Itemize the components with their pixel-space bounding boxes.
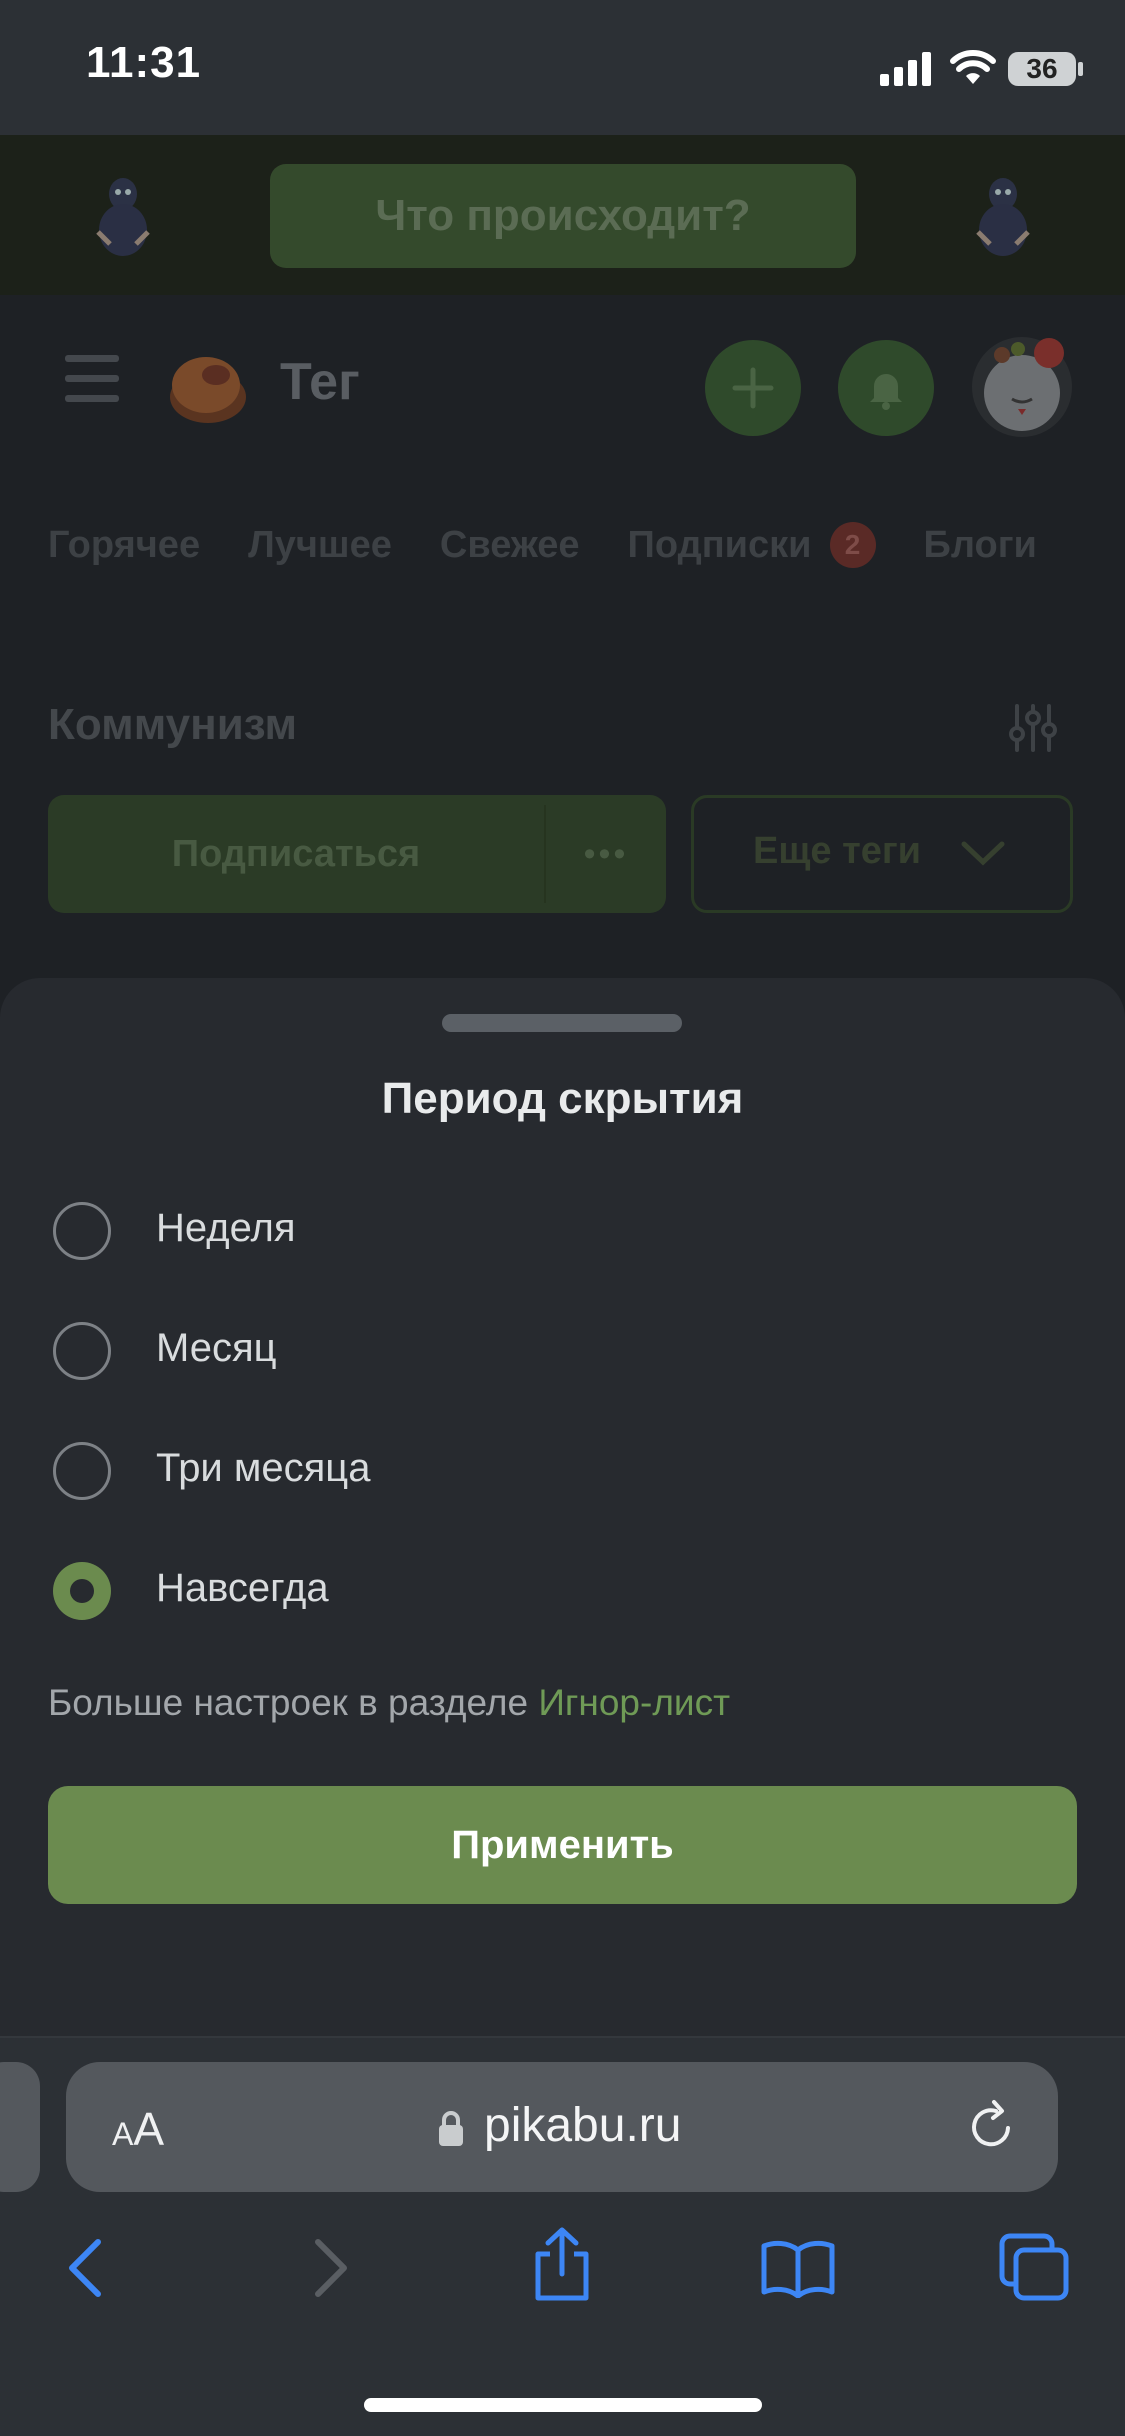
option-label: Месяц — [156, 1326, 277, 1370]
mascot-icon — [96, 178, 150, 256]
tab-label: Подписки — [627, 523, 812, 566]
status-time: 11:31 — [86, 38, 202, 87]
chevron-down-icon — [961, 841, 1005, 866]
tab-blogs[interactable]: Блоги — [924, 520, 1037, 570]
option-label: Три месяца — [156, 1446, 371, 1490]
subscribe-label: Подписаться — [171, 833, 421, 875]
pikabu-logo-icon — [170, 357, 246, 423]
bookmarks-icon[interactable] — [760, 2238, 836, 2298]
ignore-list-hint: Больше настроек в разделе Игнор-лист — [48, 1682, 730, 1724]
tabs-icon[interactable] — [998, 2232, 1070, 2302]
tab-label: Блоги — [923, 523, 1037, 566]
filter-icon[interactable] — [1005, 700, 1061, 756]
radio-button-selected[interactable] — [53, 1562, 111, 1620]
more-tags-label: Еще теги — [753, 830, 922, 872]
reader-settings-button[interactable]: AA — [112, 2102, 164, 2156]
radio-button[interactable] — [53, 1322, 111, 1380]
radio-button[interactable] — [53, 1442, 111, 1500]
battery-level: 36 — [1026, 53, 1058, 84]
hint-text: Больше настроек в разделе — [48, 1682, 539, 1723]
battery-icon: 36 — [1008, 52, 1076, 86]
feed-tabs: Горячее Лучшее Свежее Подписки 2 Блоги — [48, 520, 1037, 570]
bell-icon — [870, 374, 902, 410]
lock-icon — [439, 2111, 463, 2146]
notification-dot — [1034, 338, 1064, 368]
add-post-button[interactable] — [705, 340, 801, 436]
more-options-button[interactable]: ••• — [546, 795, 666, 913]
option-week[interactable]: Неделя — [0, 1202, 1125, 1312]
tab-label: Свежее — [439, 523, 580, 566]
option-month[interactable]: Месяц — [0, 1322, 1125, 1432]
tab-best[interactable]: Лучшее — [248, 520, 392, 570]
topic-title: Коммунизм — [48, 700, 298, 749]
signal-icon — [880, 52, 931, 86]
tab-subscriptions[interactable]: Подписки 2 — [628, 520, 876, 570]
option-forever[interactable]: Навсегда — [0, 1562, 1125, 1672]
tab-hot[interactable]: Горячее — [48, 520, 200, 570]
option-label: Навсегда — [156, 1566, 329, 1610]
tab-fresh[interactable]: Свежее — [440, 520, 580, 570]
mascot-icon — [976, 178, 1030, 256]
count-badge: 2 — [829, 522, 876, 568]
sheet-title: Период скрытия — [381, 1074, 744, 1123]
option-label: Неделя — [156, 1206, 296, 1250]
aa-large: A — [133, 2103, 165, 2155]
back-icon[interactable] — [62, 2236, 112, 2300]
share-icon[interactable] — [530, 2226, 594, 2302]
apply-button[interactable]: Применить — [48, 1786, 1077, 1904]
notifications-button[interactable] — [838, 340, 934, 436]
whats-happening-label: Что происходит? — [375, 191, 751, 240]
url-text: pikabu.ru — [484, 2099, 682, 2152]
plus-icon — [732, 367, 774, 409]
forward-icon[interactable] — [304, 2236, 354, 2300]
menu-icon[interactable] — [65, 355, 119, 409]
wifi-icon — [950, 50, 996, 84]
option-three-months[interactable]: Три месяца — [0, 1442, 1125, 1552]
previous-tab-preview[interactable] — [0, 2062, 40, 2192]
page-title: Тег — [280, 353, 360, 411]
tab-label: Горячее — [48, 523, 201, 566]
aa-small: A — [112, 2116, 134, 2152]
ignore-list-link[interactable]: Игнор-лист — [538, 1682, 730, 1723]
tab-label: Лучшее — [248, 523, 392, 566]
sheet-grabber[interactable] — [442, 1014, 682, 1032]
battery-tip — [1078, 62, 1083, 76]
radio-button[interactable] — [53, 1202, 111, 1260]
reload-icon[interactable] — [966, 2098, 1018, 2154]
home-indicator — [364, 2398, 762, 2412]
